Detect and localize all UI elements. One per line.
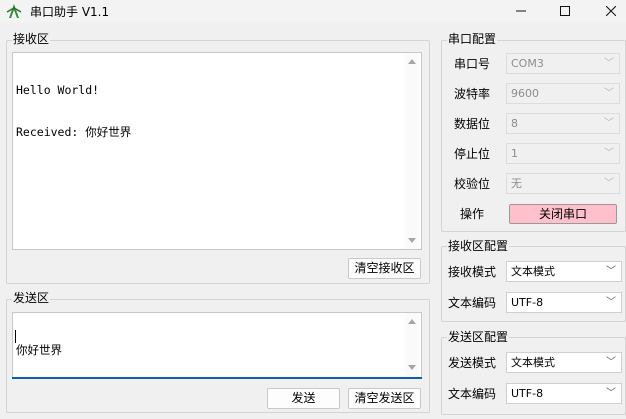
send-mode-label: 发送模式 [448, 356, 497, 370]
send-mode-select[interactable]: 文本模式 ﹀ [506, 352, 622, 373]
send-button[interactable]: 发送 [267, 388, 340, 409]
receive-encoding-value: UTF-8 [511, 296, 544, 309]
send-text: 你好世界 [16, 343, 62, 357]
scroll-down-icon[interactable] [408, 238, 416, 243]
receive-line: Hello World! [16, 83, 100, 97]
receive-mode-value: 文本模式 [511, 265, 555, 278]
receive-group-title: 接收区 [12, 32, 51, 46]
send-encoding-select[interactable]: UTF-8 ﹀ [506, 383, 622, 404]
baud-label: 波特率 [454, 87, 491, 101]
receive-mode-select[interactable]: 文本模式 ﹀ [506, 261, 622, 282]
chevron-down-icon: ﹀ [604, 178, 614, 189]
send-group-title: 发送区 [12, 291, 51, 305]
port-value: COM3 [511, 57, 544, 70]
send-encoding-label: 文本编码 [448, 387, 497, 401]
stopbits-label: 停止位 [454, 147, 491, 161]
parity-label: 校验位 [454, 177, 491, 191]
clear-send-button[interactable]: 清空发送区 [348, 388, 421, 409]
close-icon [606, 6, 616, 16]
databits-label: 数据位 [454, 117, 491, 131]
receive-encoding-label: 文本编码 [448, 296, 497, 310]
chevron-down-icon: ﹀ [604, 148, 614, 159]
scroll-up-icon[interactable] [408, 319, 416, 324]
baud-select[interactable]: 9600 ﹀ [506, 83, 620, 104]
send-scrollbar[interactable] [405, 313, 419, 376]
send-encoding-value: UTF-8 [511, 387, 544, 400]
send-mode-value: 文本模式 [511, 356, 555, 369]
title-bar: 串口助手 V1.1 [0, 0, 626, 22]
port-select[interactable]: COM3 ﹀ [506, 53, 620, 74]
receive-encoding-select[interactable]: UTF-8 ﹀ [506, 292, 622, 313]
close-port-button[interactable]: 关闭串口 [509, 204, 617, 224]
window-title: 串口助手 V1.1 [30, 5, 110, 19]
chevron-down-icon: ﹀ [606, 388, 616, 399]
action-label: 操作 [460, 207, 485, 221]
minimize-icon [516, 10, 526, 12]
chevron-down-icon: ﹀ [604, 58, 614, 69]
chevron-down-icon: ﹀ [606, 357, 616, 368]
databits-value: 8 [511, 117, 518, 130]
send-focus-underline [12, 377, 422, 379]
minimize-button[interactable] [498, 0, 544, 22]
stopbits-value: 1 [511, 147, 518, 160]
stopbits-select[interactable]: 1 ﹀ [506, 143, 620, 164]
send-textarea[interactable]: 你好世界 [12, 312, 422, 378]
receive-textarea[interactable]: Hello World! Received: 你好世界 [12, 52, 422, 250]
databits-select[interactable]: 8 ﹀ [506, 113, 620, 134]
send-config-title: 发送区配置 [447, 330, 510, 344]
chevron-down-icon: ﹀ [604, 88, 614, 99]
chevron-down-icon: ﹀ [604, 118, 614, 129]
app-logo-icon [6, 4, 22, 18]
parity-select[interactable]: 无 ﹀ [506, 173, 620, 194]
receive-mode-label: 接收模式 [448, 265, 497, 279]
parity-value: 无 [511, 177, 522, 190]
port-label: 串口号 [454, 57, 491, 71]
chevron-down-icon: ﹀ [606, 266, 616, 277]
maximize-icon [560, 6, 570, 16]
clear-receive-button[interactable]: 清空接收区 [348, 258, 421, 279]
baud-value: 9600 [511, 87, 539, 100]
receive-scrollbar[interactable] [405, 53, 419, 249]
receive-config-title: 接收区配置 [447, 239, 510, 253]
close-button[interactable] [588, 0, 626, 22]
scroll-up-icon[interactable] [408, 59, 416, 64]
chevron-down-icon: ﹀ [606, 297, 616, 308]
text-caret [15, 330, 16, 343]
serial-config-title: 串口配置 [447, 32, 498, 46]
maximize-button[interactable] [542, 0, 588, 22]
receive-line: Received: 你好世界 [16, 125, 132, 139]
scroll-down-icon[interactable] [408, 365, 416, 370]
